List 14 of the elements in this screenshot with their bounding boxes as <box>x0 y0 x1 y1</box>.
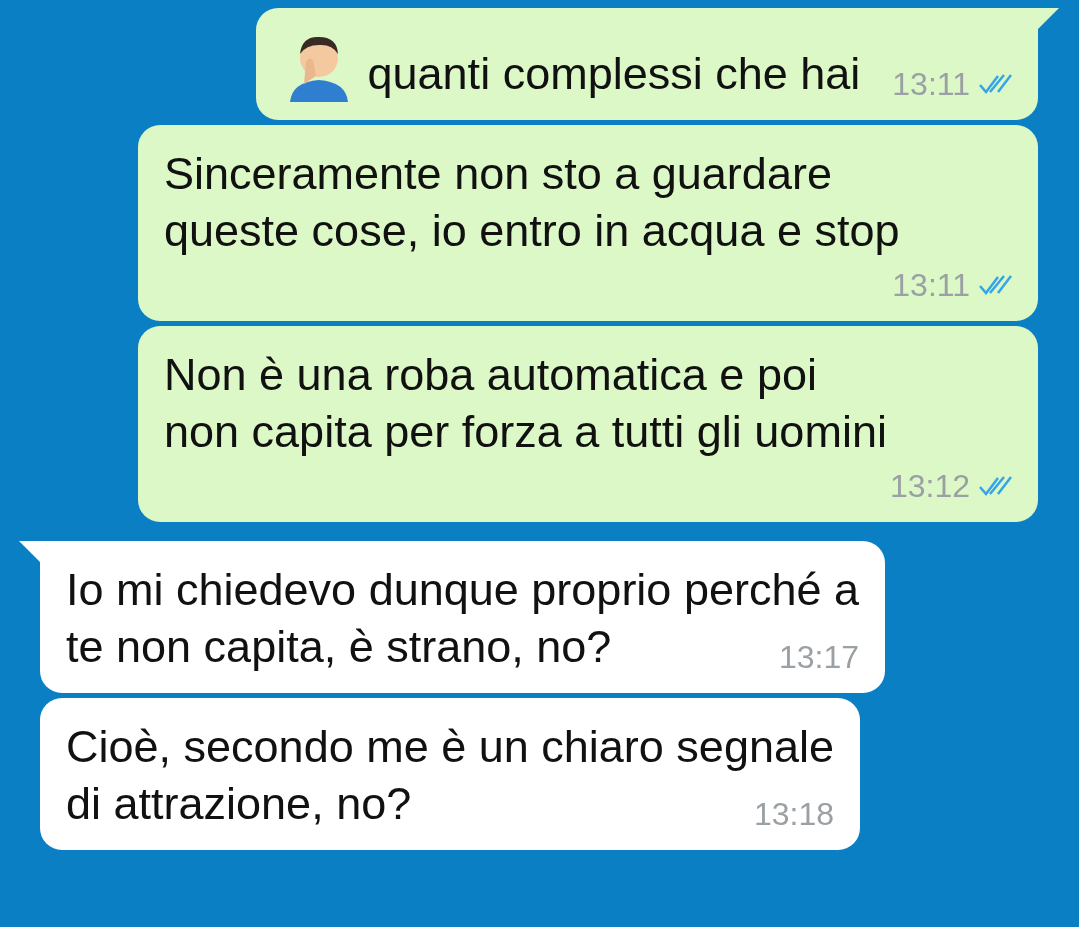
message-time: 13:11 <box>892 66 970 102</box>
message-text: non capita per forza a tutti gli uomini <box>164 405 887 459</box>
message-text: quanti complessi che hai <box>367 47 861 101</box>
message-time: 13:11 <box>892 267 970 303</box>
message-time: 13:18 <box>753 796 834 832</box>
message-text: queste cose, io entro in acqua e stop <box>164 204 900 258</box>
message-text: te non capita, è strano, no? <box>66 620 612 674</box>
message-text: Cioè, secondo me è un chiaro segnale <box>66 720 834 774</box>
message-text: Sinceramente non sto a guardare <box>164 147 833 201</box>
message-text: di attrazione, no? <box>66 777 412 831</box>
message-time: 13:17 <box>778 639 859 675</box>
message-text: Non è una roba automatica e poi <box>164 348 818 402</box>
message-text: Io mi chiedevo dunque proprio perché a <box>66 563 859 617</box>
message-time: 13:12 <box>889 468 970 504</box>
